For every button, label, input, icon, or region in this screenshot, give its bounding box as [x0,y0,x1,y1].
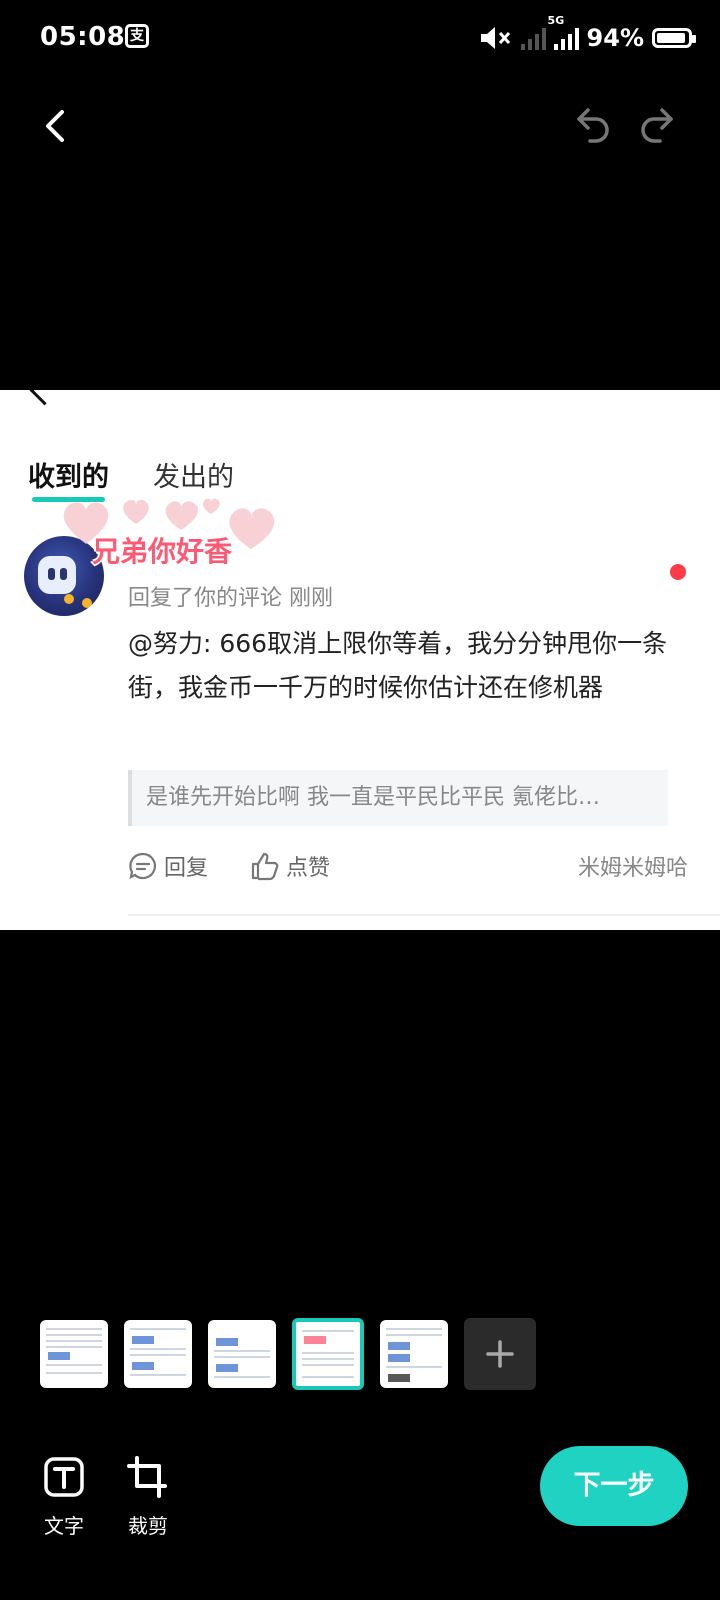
alipay-notification-icon: 支 [125,24,149,48]
battery-icon [652,28,696,48]
unread-dot [670,564,686,580]
tab-sent: 发出的 [153,462,234,493]
status-time: 05:08 [40,22,126,52]
text-tool-button[interactable]: 文字 [34,1456,94,1539]
undo-icon[interactable] [574,104,614,144]
thumbnail-5[interactable] [380,1320,448,1388]
thumbnail-4-selected[interactable] [292,1318,364,1390]
crop-icon [127,1456,167,1498]
reply-action: 回复 [128,850,208,882]
thumbnail-3[interactable] [208,1320,276,1388]
thumbs-up-icon [251,852,279,881]
like-action: 点赞 [250,850,330,882]
like-label: 点赞 [286,856,331,881]
signal-sim2-icon: 5G [548,14,579,50]
text-icon [44,1457,84,1497]
battery-percent: 94% [586,24,644,52]
thumbnail-1[interactable] [40,1320,108,1388]
text-tool-label: 文字 [44,1514,84,1538]
plus-icon [486,1340,514,1368]
username: 兄弟你好香 [92,535,233,568]
quoted-comment: 是谁先开始比啊 我一直是平民比平民 氪佬比… [128,770,668,826]
screenshot-preview[interactable]: 收到的 发出的 兄弟你好香 回复了你的评论 刚刚 @努力: 666取消上限你等着… [0,390,720,930]
crop-tool-label: 裁剪 [128,1514,168,1538]
chevron-left-icon[interactable] [38,106,72,146]
watermark-signature: 米姆米姆哈 [577,856,688,881]
status-indicators: 5G 94% [479,14,696,58]
status-bar: 05:08 支 5G 94% [0,0,720,80]
signal-sim1-icon [520,26,546,50]
image-thumbnail-strip [40,1318,536,1390]
divider [128,914,720,916]
add-image-button[interactable] [464,1318,536,1390]
cropped-back-arrow-icon [29,390,60,406]
reply-meta: 回复了你的评论 刚刚 [128,586,333,611]
crop-tool-button[interactable]: 裁剪 [118,1456,178,1539]
mute-icon [480,27,510,49]
reply-label: 回复 [164,856,209,881]
next-step-button[interactable]: 下一步 [540,1446,688,1526]
comment-text: @努力: 666取消上限你等着，我分分钟甩你一条街，我金币一千万的时候你估计还在… [128,629,668,702]
comment-bubble-icon [129,852,157,880]
tab-received: 收到的 [28,455,109,502]
thumbnail-2[interactable] [124,1320,192,1388]
message-tabs: 收到的 发出的 [28,455,234,502]
redo-icon[interactable] [636,104,676,144]
comment-actions: 回复 点赞 米姆米姆哈 [128,850,688,886]
network-type: 5G [547,14,565,27]
